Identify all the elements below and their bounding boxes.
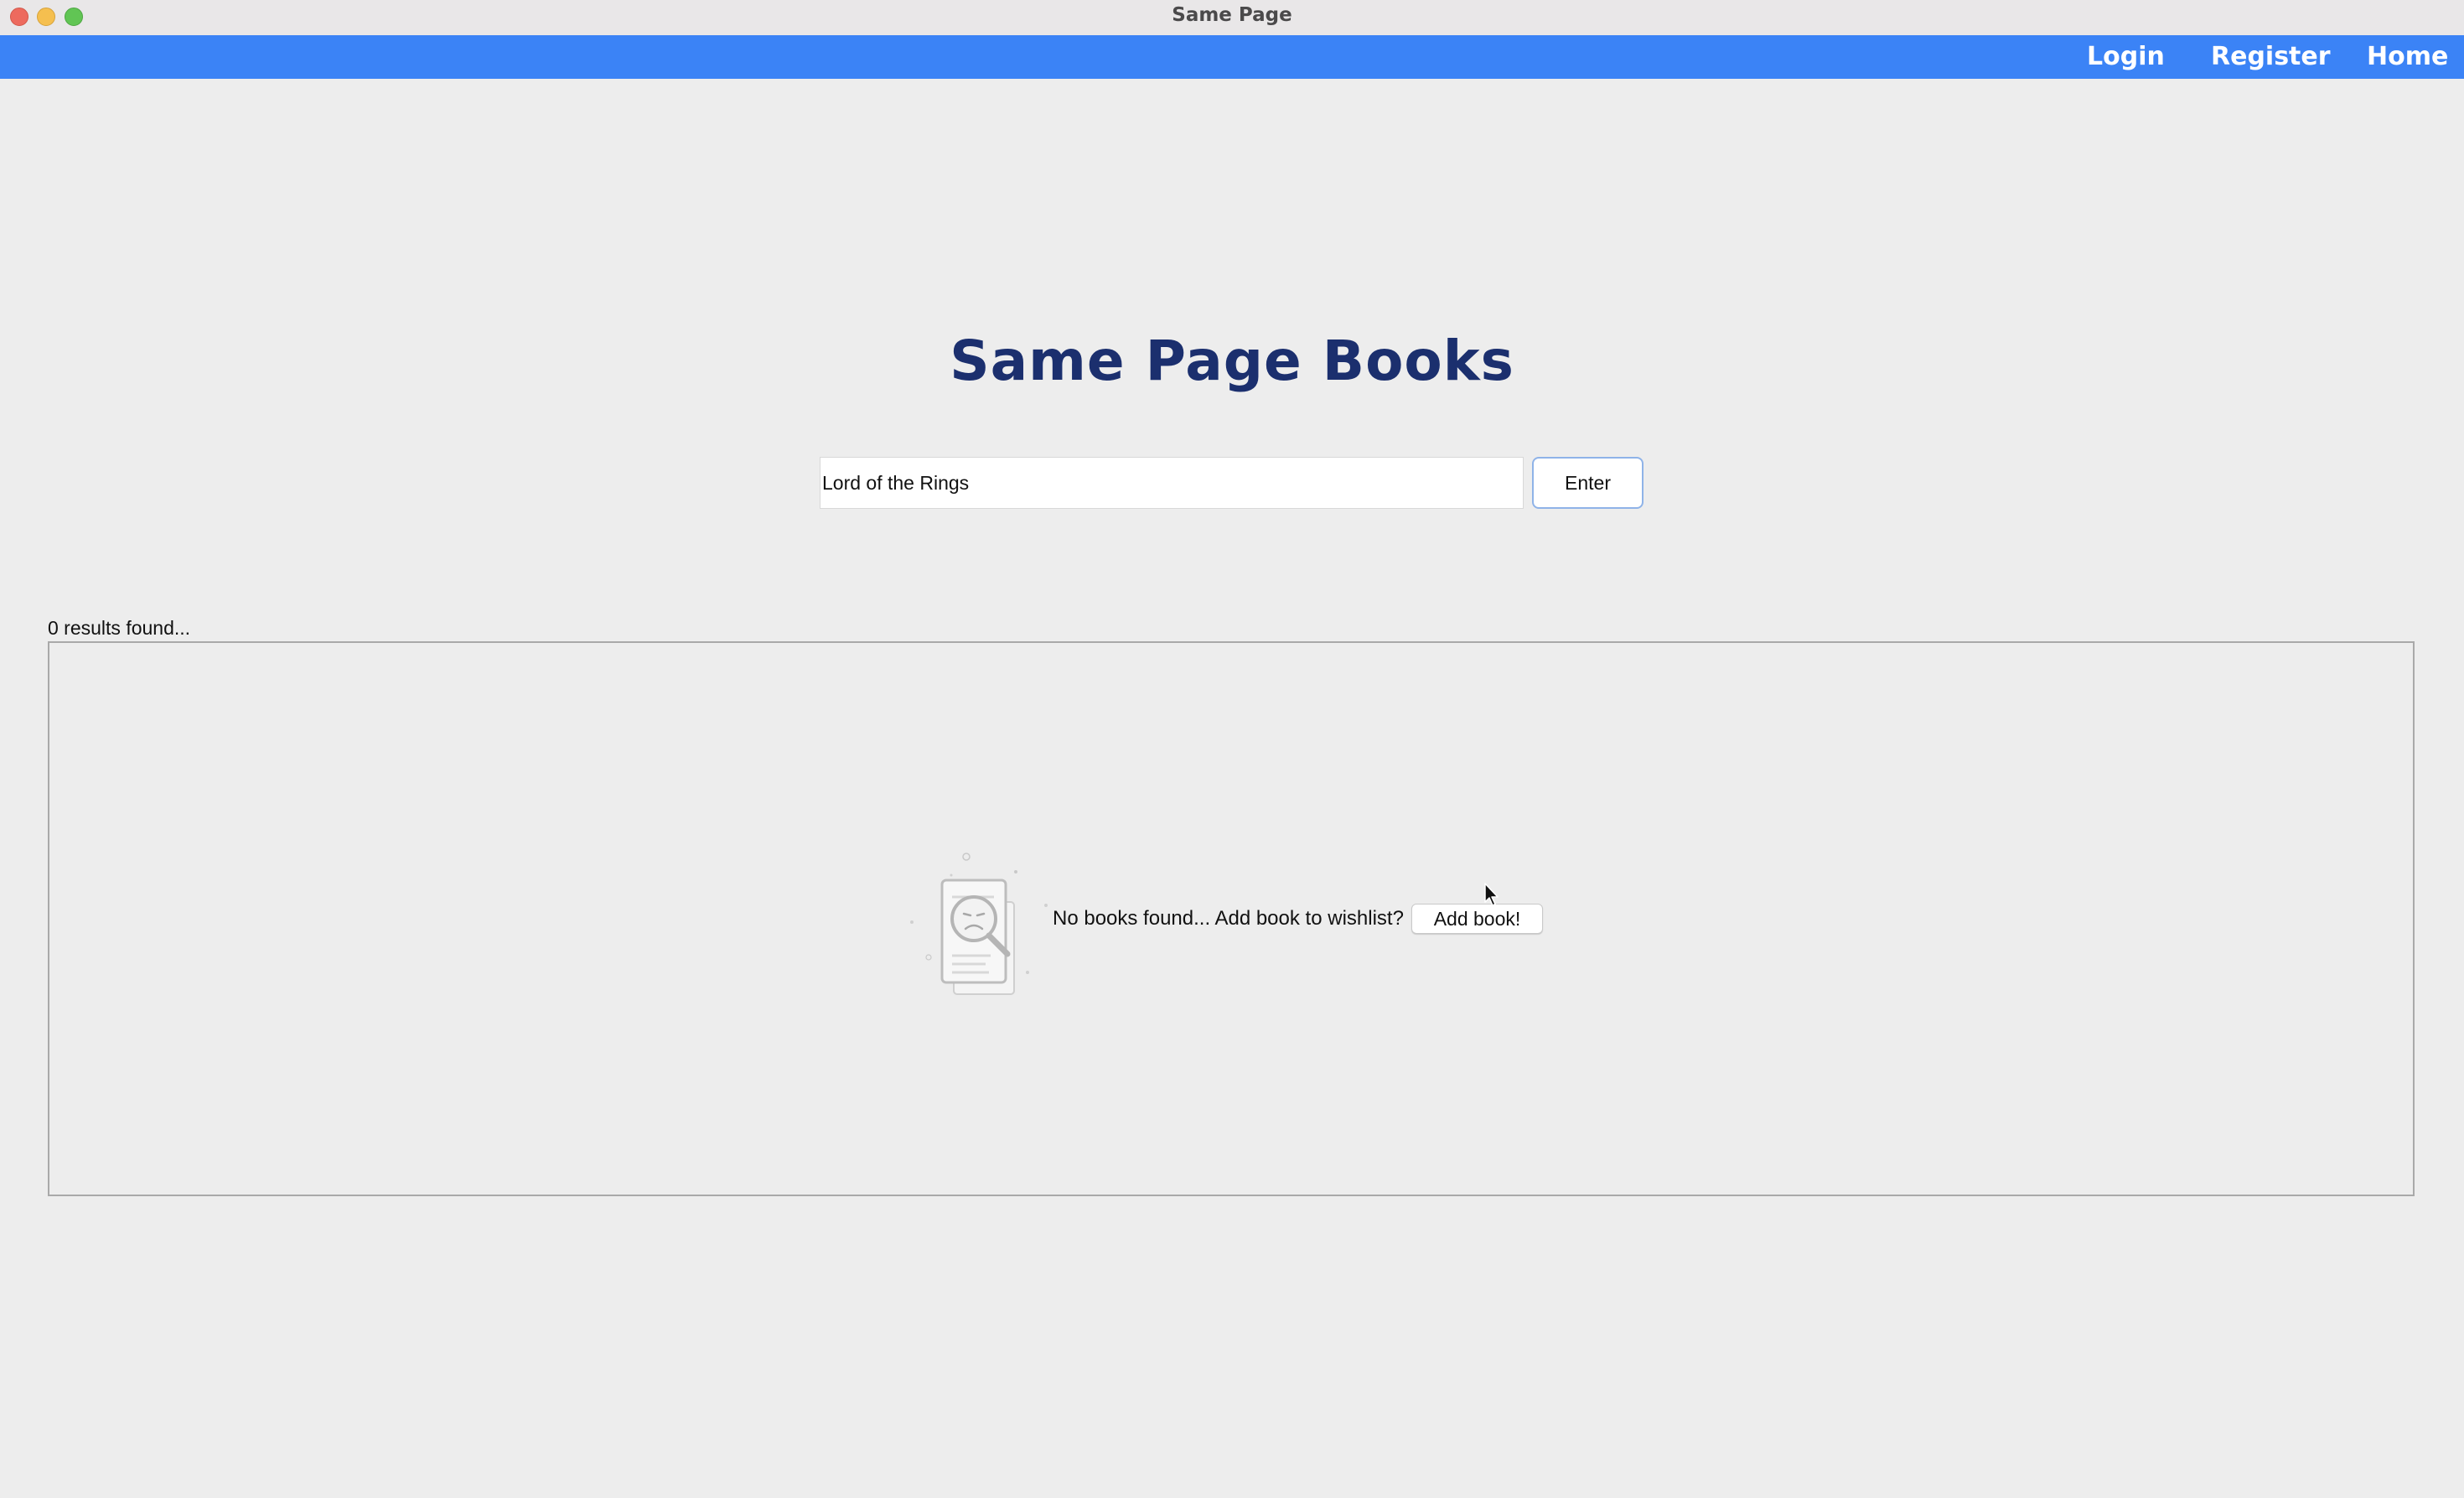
top-navbar: Login Register Home (0, 35, 2464, 79)
mouse-pointer-icon (1483, 882, 1500, 907)
add-book-button[interactable]: Add book! (1411, 904, 1543, 934)
window-title: Same Page (1172, 4, 1292, 26)
search-input[interactable] (820, 457, 1524, 509)
no-results-icon (905, 847, 1056, 1002)
enter-button[interactable]: Enter (1532, 457, 1644, 509)
no-books-message: No books found... Add book to wishlist? (1053, 907, 1404, 930)
app-window: Same Page Login Register Home Same Page … (0, 0, 2464, 1498)
nav-register-link[interactable]: Register (2211, 40, 2331, 74)
page-title: Same Page Books (950, 329, 1514, 393)
nav-login-link[interactable]: Login (2087, 40, 2165, 74)
window-titlebar: Same Page (0, 0, 2464, 36)
results-count-label: 0 results found... (48, 617, 191, 639)
nav-home-link[interactable]: Home (2367, 40, 2448, 74)
